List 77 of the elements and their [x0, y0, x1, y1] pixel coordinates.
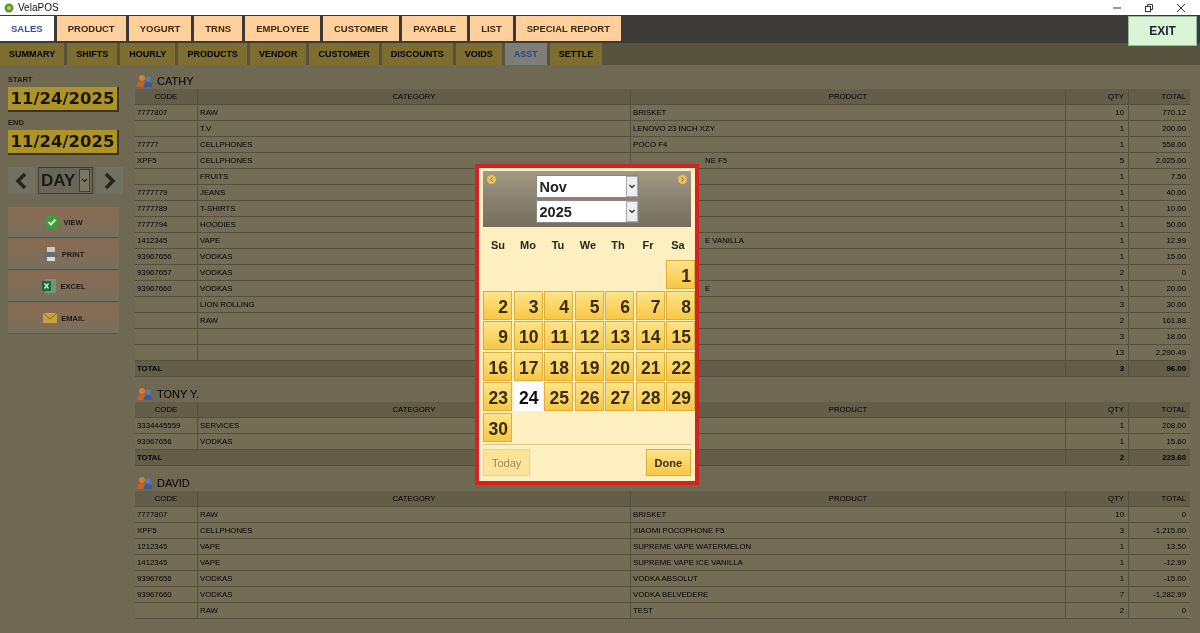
people-icon: [137, 476, 153, 489]
people-icon: [137, 74, 153, 87]
start-date-field[interactable]: 11/24/2025: [8, 87, 119, 112]
end-date-field[interactable]: 11/24/2025: [8, 130, 119, 155]
report-tab[interactable]: HOURLY: [120, 43, 176, 65]
day-cell[interactable]: 14: [635, 321, 665, 350]
window-title: VelaPOS: [18, 2, 59, 13]
day-cell[interactable]: 5: [574, 290, 604, 320]
main-tab[interactable]: SALES: [0, 16, 54, 41]
day-cell[interactable]: 2: [483, 290, 512, 320]
day-cell[interactable]: 24: [513, 382, 543, 411]
printer-icon: [42, 246, 59, 262]
day-cell[interactable]: 18: [544, 351, 573, 381]
day-cell[interactable]: 28: [635, 382, 665, 411]
envelope-icon: [42, 310, 59, 326]
report-tab[interactable]: SHIFTS: [67, 43, 118, 65]
main-tab[interactable]: CUSTOMER: [323, 16, 400, 41]
day-cell[interactable]: 25: [544, 382, 573, 411]
dropdown-caret-icon: [625, 201, 638, 222]
main-tab[interactable]: TRNS: [194, 16, 243, 41]
day-cell[interactable]: 21: [635, 351, 665, 381]
dropdown-caret-icon: [79, 169, 91, 192]
report-tab[interactable]: SETTLE: [549, 43, 603, 65]
main-tab[interactable]: EMPLOYEE: [245, 16, 320, 41]
spreadsheet-icon: [41, 278, 58, 294]
day-cell[interactable]: 19: [574, 351, 604, 381]
day-cell[interactable]: 13: [605, 321, 634, 350]
day-cell[interactable]: 15: [666, 321, 695, 350]
day-cell[interactable]: 26: [574, 382, 604, 411]
report-tab[interactable]: VENDOR: [249, 43, 307, 65]
day-cell[interactable]: 7: [635, 290, 665, 320]
day-cell[interactable]: 6: [605, 290, 634, 320]
main-tab[interactable]: SPECIAL REPORT: [515, 16, 621, 41]
dropdown-caret-icon: [625, 176, 638, 197]
year-select[interactable]: 2025: [535, 200, 639, 223]
group-name: DAVID: [157, 477, 190, 489]
exit-button[interactable]: EXIT: [1128, 16, 1197, 46]
restore-icon[interactable]: [1144, 2, 1154, 13]
day-cell[interactable]: 4: [544, 290, 573, 320]
next-button[interactable]: [96, 167, 123, 194]
day-cell[interactable]: 27: [605, 382, 634, 411]
day-cell[interactable]: 29: [666, 382, 695, 411]
day-cell[interactable]: 30: [483, 412, 512, 442]
day-cell[interactable]: 17: [513, 351, 543, 381]
group-name: TONY Y.: [157, 388, 199, 400]
people-icon: [137, 387, 153, 400]
report-tab[interactable]: SUMMARY: [0, 43, 65, 65]
day-cell[interactable]: 22: [666, 351, 695, 381]
day-cell[interactable]: 11: [544, 321, 573, 350]
main-tab[interactable]: PAYABLE: [402, 16, 468, 41]
day-cell[interactable]: 1: [666, 260, 695, 289]
main-tab[interactable]: YOGURT: [128, 16, 192, 41]
report-tab[interactable]: PRODUCTS: [178, 43, 247, 65]
day-cell[interactable]: 9: [483, 321, 512, 350]
app-icon[interactable]: [4, 2, 14, 13]
report-tab[interactable]: CUSTOMER: [309, 43, 379, 65]
previous-arrow-icon[interactable]: [487, 175, 496, 184]
day-cell[interactable]: 20: [605, 351, 634, 381]
report-tab[interactable]: VOIDS: [455, 43, 502, 65]
day-cell[interactable]: 8: [666, 290, 695, 320]
next-arrow-icon[interactable]: [678, 175, 687, 184]
day-cell[interactable]: 23: [483, 382, 512, 411]
previous-button[interactable]: [8, 167, 35, 194]
check-circle-icon: [44, 214, 61, 230]
done-button[interactable]: Done: [645, 449, 691, 476]
day-cell[interactable]: 10: [513, 321, 543, 350]
chevron-right-icon: [103, 171, 116, 190]
day-cell[interactable]: 3: [513, 290, 543, 320]
close-icon[interactable]: [1176, 2, 1186, 13]
chevron-left-icon: [15, 171, 28, 190]
report-tab[interactable]: DISCOUNTS: [381, 43, 453, 65]
day-cell[interactable]: 12: [574, 321, 604, 350]
main-tab[interactable]: PRODUCT: [56, 16, 126, 41]
day-cell[interactable]: 16: [483, 351, 512, 381]
group-name: CATHY: [157, 75, 194, 87]
main-tab[interactable]: LIST: [470, 16, 513, 41]
month-select[interactable]: Nov: [535, 175, 639, 198]
